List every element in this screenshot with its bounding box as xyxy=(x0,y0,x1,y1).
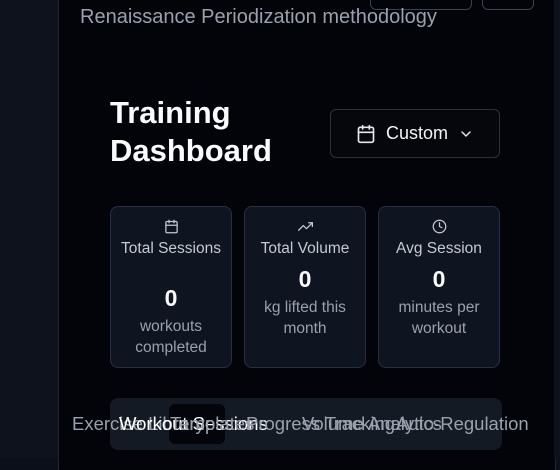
calendar-icon xyxy=(111,219,231,234)
date-range-select[interactable]: Custom xyxy=(330,109,500,158)
stat-value: 0 xyxy=(432,266,446,292)
header-icon-button[interactable] xyxy=(482,0,534,10)
stat-description: workouts completed xyxy=(135,318,207,356)
stat-description: kg lifted this month xyxy=(264,299,346,337)
tab-templates[interactable]: Templates xyxy=(170,413,254,435)
stat-label: Avg Session xyxy=(396,240,482,257)
stat-card-total-volume: Total Volume 0 kg lifted this month xyxy=(244,206,366,368)
stat-description: minutes per workout xyxy=(398,299,480,337)
right-edge xyxy=(554,0,560,458)
stat-label: Total Volume xyxy=(260,240,350,257)
calendar-icon xyxy=(356,124,376,144)
stat-label: Total Sessions xyxy=(121,240,221,257)
stat-card-avg-session: Avg Session 0 minutes per workout xyxy=(378,206,500,368)
stat-value: 0 xyxy=(164,285,178,311)
stat-card-total-sessions: Total Sessions 0 workouts completed xyxy=(110,206,232,368)
clock-icon xyxy=(379,219,499,234)
date-range-value: Custom xyxy=(385,123,448,143)
trending-up-icon xyxy=(245,219,365,234)
left-sidebar-edge xyxy=(0,0,58,458)
stat-value: 0 xyxy=(298,266,312,292)
tab-auto-regulation[interactable]: Auto-Regulation xyxy=(396,413,529,435)
chevron-down-icon xyxy=(458,126,474,142)
page-subtitle: Renaissance Periodization methodology xyxy=(80,6,437,28)
page-title: Training Dashboard xyxy=(110,95,272,168)
